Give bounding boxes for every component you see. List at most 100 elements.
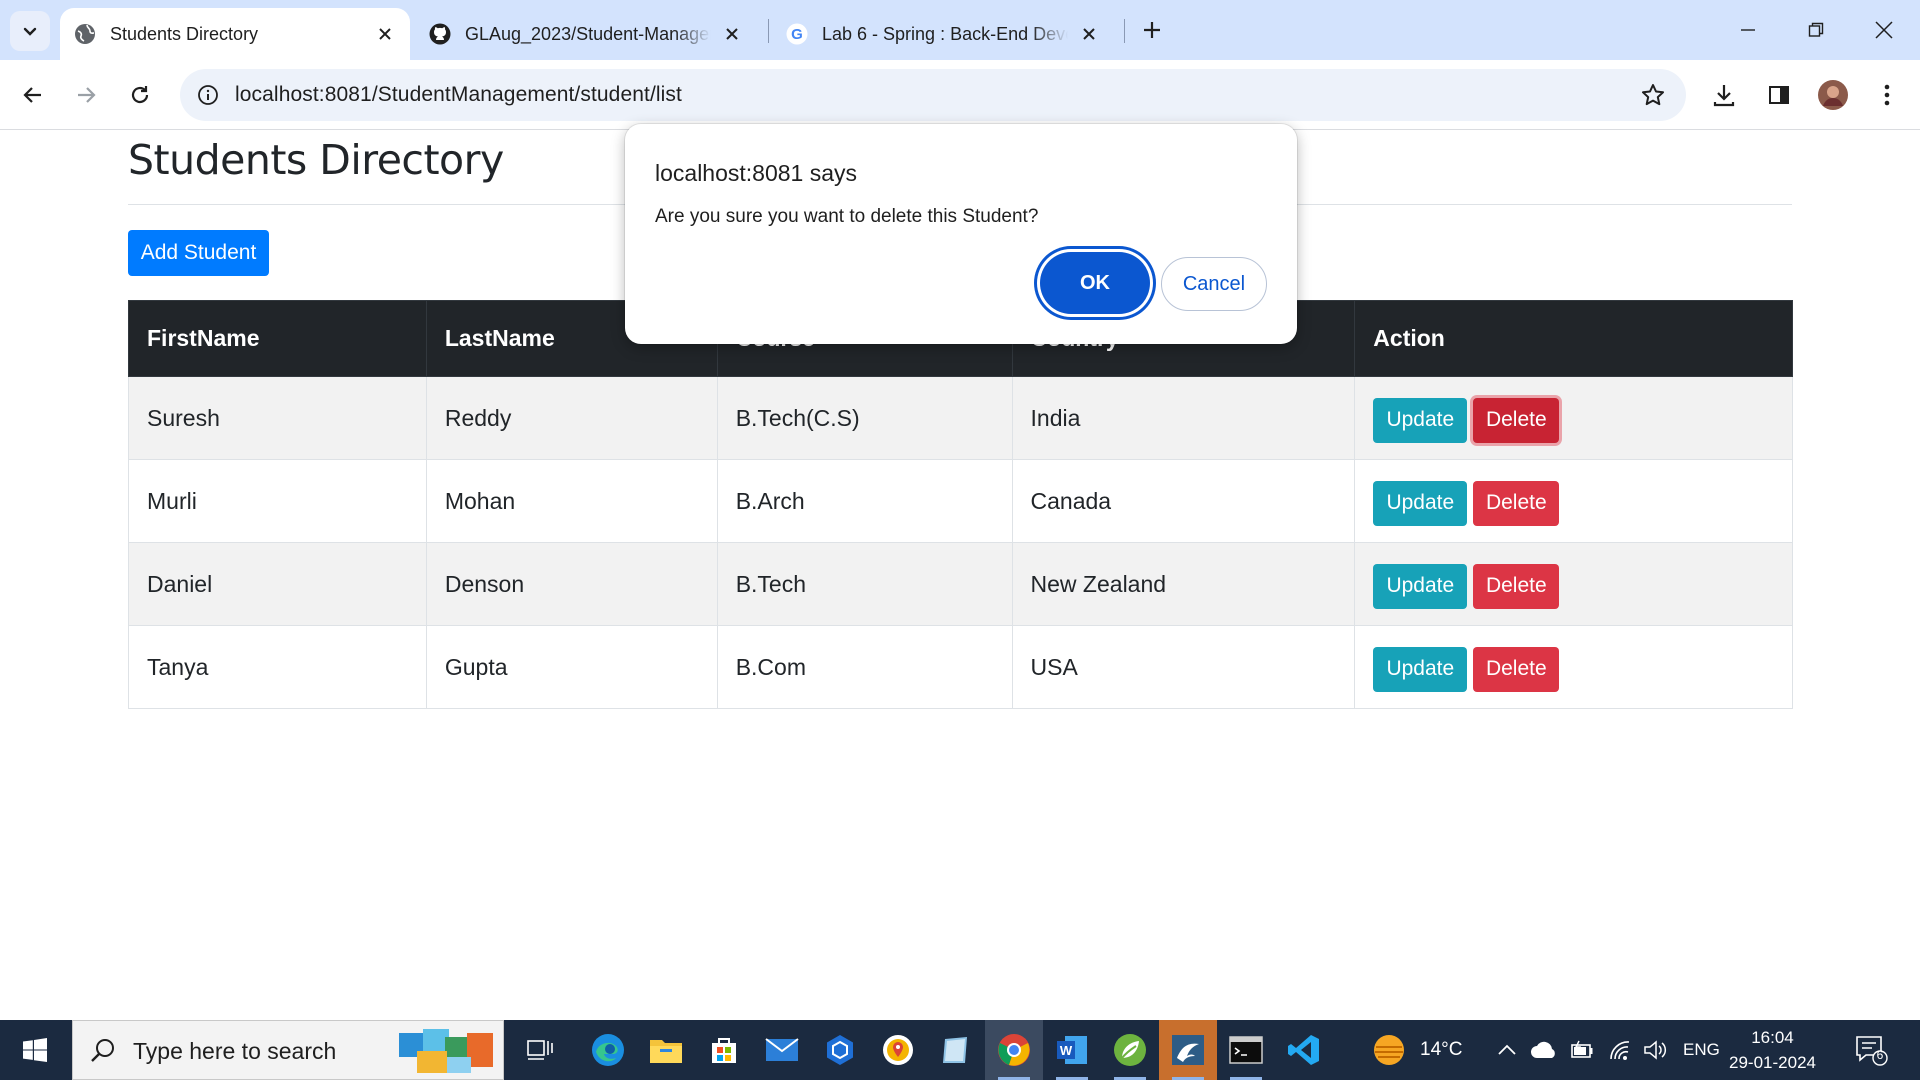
minimize-icon — [1741, 29, 1755, 31]
add-student-button[interactable]: Add Student — [128, 230, 269, 276]
spring-leaf-icon — [1114, 1034, 1146, 1066]
google-icon: G — [786, 23, 808, 45]
forward-button[interactable] — [65, 74, 107, 116]
tab-separator — [768, 19, 769, 43]
vscode-app[interactable] — [1275, 1020, 1333, 1080]
start-button[interactable] — [0, 1020, 70, 1080]
new-tab-button[interactable] — [1134, 12, 1170, 48]
temperature-text: 14°C — [1420, 1039, 1463, 1060]
reload-button[interactable] — [119, 74, 161, 116]
cell-firstname: Tanya — [128, 625, 427, 709]
cancel-button[interactable]: Cancel — [1161, 257, 1267, 311]
update-button[interactable]: Update — [1373, 646, 1468, 692]
more-vert-icon — [1884, 84, 1890, 106]
address-bar[interactable]: localhost:8081/StudentManagement/student… — [180, 69, 1686, 121]
profile-avatar[interactable] — [1812, 74, 1854, 116]
hexagon-app-icon — [827, 1035, 853, 1065]
terminal-app[interactable] — [1217, 1020, 1275, 1080]
weather-sun-icon — [1374, 1035, 1404, 1065]
language-indicator[interactable]: ENG — [1683, 1020, 1720, 1080]
mail-app[interactable] — [753, 1020, 811, 1080]
cell-course: B.Tech — [716, 542, 1013, 626]
cell-lastname: Reddy — [425, 376, 718, 460]
delete-button[interactable]: Delete — [1473, 480, 1560, 526]
chevron-up-icon — [1498, 1044, 1516, 1055]
cell-action: Update Delete — [1354, 542, 1793, 626]
search-placeholder: Type here to search — [133, 1038, 337, 1064]
file-explorer-app[interactable] — [637, 1020, 695, 1080]
microsoft-store-app[interactable] — [695, 1020, 753, 1080]
tab-search-button[interactable] — [10, 11, 50, 51]
tab-github[interactable]: GLAug_2023/Student-Managem — [415, 8, 757, 60]
edge-app[interactable] — [579, 1020, 637, 1080]
close-icon[interactable] — [374, 23, 396, 45]
cell-firstname: Murli — [128, 459, 427, 543]
wifi-tray[interactable] — [1608, 1020, 1632, 1080]
chrome-app[interactable] — [985, 1020, 1043, 1080]
map-pin-icon — [883, 1035, 913, 1065]
downloads-button[interactable] — [1703, 74, 1745, 116]
location-app[interactable] — [869, 1020, 927, 1080]
mysql-workbench-app[interactable] — [1159, 1020, 1217, 1080]
update-button[interactable]: Update — [1373, 397, 1468, 443]
cell-lastname: Denson — [425, 542, 718, 626]
cell-course: B.Com — [716, 625, 1013, 709]
mail-icon — [765, 1038, 799, 1061]
tab-title: GLAug_2023/Student-Managem — [465, 23, 711, 44]
update-button[interactable]: Update — [1373, 480, 1468, 526]
table-row: Suresh Reddy B.Tech(C.S) India Update Del… — [128, 376, 1793, 460]
back-button[interactable] — [12, 74, 54, 116]
task-view-button[interactable] — [511, 1020, 569, 1080]
cloud-icon — [1531, 1041, 1555, 1058]
spring-tool-suite-app[interactable] — [1101, 1020, 1159, 1080]
chrome-icon — [998, 1034, 1030, 1066]
close-icon[interactable] — [721, 23, 743, 45]
cell-lastname: Gupta — [425, 625, 718, 709]
table-row: Daniel Denson B.Tech New Zealand Update D… — [128, 542, 1793, 626]
cell-country: New Zealand — [1011, 542, 1356, 626]
restore-button[interactable] — [1782, 0, 1850, 60]
side-panel-button[interactable] — [1758, 74, 1800, 116]
notification-center-button[interactable]: 6 — [1854, 1020, 1888, 1080]
close-icon[interactable] — [1078, 23, 1100, 45]
terminal-icon — [1229, 1036, 1263, 1064]
cell-course: B.Arch — [716, 459, 1013, 543]
cell-country: Canada — [1011, 459, 1356, 543]
word-app[interactable]: W — [1043, 1020, 1101, 1080]
close-icon — [1875, 21, 1893, 39]
delete-button[interactable]: Delete — [1473, 563, 1560, 609]
avatar-icon — [1818, 80, 1848, 110]
tab-lab6[interactable]: G Lab 6 - Spring : Back-End Devel — [772, 8, 1114, 60]
tab-students-directory[interactable]: Students Directory — [60, 8, 410, 60]
hex-app[interactable] — [811, 1020, 869, 1080]
weather-widget[interactable]: 14°C — [1370, 1020, 1462, 1080]
site-info-icon[interactable] — [194, 81, 222, 109]
table-row: Murli Mohan B.Arch Canada Update Delete — [128, 459, 1793, 543]
globe-icon — [74, 23, 96, 45]
dialog-message: Are you sure you want to delete this Stu… — [655, 206, 1039, 227]
volume-tray[interactable] — [1643, 1020, 1669, 1080]
store-icon — [712, 1038, 736, 1063]
notes-app[interactable] — [927, 1020, 985, 1080]
browser-menu-button[interactable] — [1866, 74, 1908, 116]
confirm-dialog: localhost:8081 says Are you sure you wan… — [625, 124, 1297, 344]
column-header-firstname: FirstName — [128, 300, 427, 377]
show-hidden-icons[interactable] — [1497, 1020, 1517, 1080]
url-text[interactable]: localhost:8081/StudentManagement/student… — [235, 83, 682, 107]
column-header-action: Action — [1354, 300, 1793, 377]
minimize-button[interactable] — [1714, 0, 1782, 60]
close-window-button[interactable] — [1850, 0, 1918, 60]
bookmark-star-icon[interactable] — [1638, 80, 1668, 110]
ok-button[interactable]: OK — [1040, 252, 1150, 314]
onedrive-tray[interactable] — [1530, 1020, 1558, 1080]
cell-firstname: Suresh — [128, 376, 427, 460]
taskbar-search-box[interactable]: Type here to search — [72, 1020, 504, 1080]
students-table: FirstName LastName Course Country Action… — [128, 300, 1793, 709]
system-clock[interactable]: 16:04 29-01-2024 — [1725, 1025, 1820, 1075]
notification-count: 6 — [1876, 1048, 1884, 1062]
update-button[interactable]: Update — [1373, 563, 1468, 609]
battery-tray[interactable] — [1570, 1020, 1594, 1080]
delete-button[interactable]: Delete — [1473, 646, 1560, 692]
chevron-down-icon — [23, 27, 37, 36]
delete-button[interactable]: Delete — [1473, 397, 1560, 443]
